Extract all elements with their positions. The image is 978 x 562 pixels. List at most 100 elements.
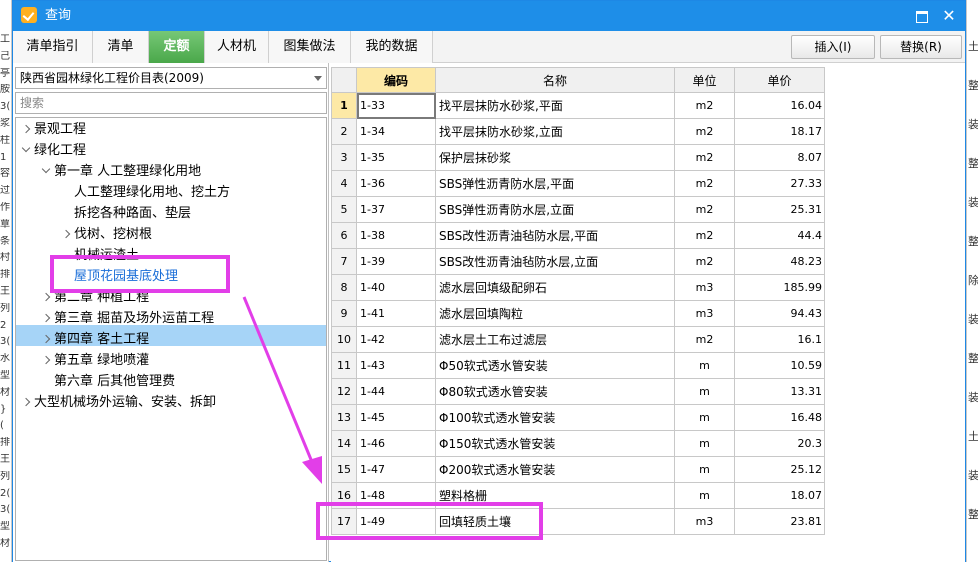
cell-code[interactable]: 1-34 <box>356 118 436 145</box>
cell-price[interactable]: 18.17 <box>734 118 825 145</box>
grid-header-code[interactable]: 编码 <box>356 67 436 93</box>
cell-price[interactable]: 185.99 <box>734 274 825 301</box>
cell-unit[interactable]: m2 <box>674 92 735 119</box>
cell-name[interactable]: Φ150软式透水管安装 <box>435 430 675 457</box>
chevron-right-icon[interactable] <box>20 392 34 413</box>
cell-price[interactable]: 25.12 <box>734 456 825 483</box>
cell-unit[interactable]: m <box>674 404 735 431</box>
cell-code[interactable]: 1-41 <box>356 300 436 327</box>
row-index[interactable]: 14 <box>331 430 357 457</box>
cell-unit[interactable]: m2 <box>674 248 735 275</box>
cell-code[interactable]: 1-36 <box>356 170 436 197</box>
cell-price[interactable]: 13.31 <box>734 378 825 405</box>
table-row[interactable]: 2 1-34 找平层抹防水砂浆,立面 m2 18.17 <box>331 118 825 145</box>
replace-button[interactable]: 替换(R) <box>880 35 962 59</box>
table-row[interactable]: 15 1-47 Φ200软式透水管安装 m 25.12 <box>331 456 825 483</box>
cell-unit[interactable]: m2 <box>674 326 735 353</box>
table-row[interactable]: 3 1-35 保护层抹砂浆 m2 8.07 <box>331 144 825 171</box>
chevron-down-icon[interactable] <box>20 140 34 161</box>
chevron-right-icon[interactable] <box>40 308 54 329</box>
search-input[interactable] <box>15 92 327 114</box>
catalog-select[interactable]: 陕西省园林绿化工程价目表(2009) <box>15 67 327 89</box>
cell-price[interactable]: 8.07 <box>734 144 825 171</box>
tree-node[interactable]: 伐树、挖树根 <box>60 224 152 245</box>
cell-unit[interactable]: m <box>674 456 735 483</box>
cell-unit[interactable]: m <box>674 352 735 379</box>
cell-code[interactable]: 1-39 <box>356 248 436 275</box>
cell-name[interactable]: 找平层抹防水砂浆,平面 <box>435 92 675 119</box>
cell-unit[interactable]: m3 <box>674 274 735 301</box>
table-row[interactable]: 1 1-33 找平层抹防水砂浆,平面 m2 16.04 <box>331 92 825 119</box>
cell-unit[interactable]: m2 <box>674 196 735 223</box>
cell-code[interactable]: 1-37 <box>356 196 436 223</box>
chevron-down-icon[interactable] <box>40 161 54 182</box>
tree-node[interactable]: 第六章 后其他管理费 <box>40 371 175 392</box>
cell-name[interactable]: 滤水层土工布过滤层 <box>435 326 675 353</box>
tab-quota[interactable]: 定额 <box>149 31 205 63</box>
cell-price[interactable]: 16.1 <box>734 326 825 353</box>
cell-code[interactable]: 1-43 <box>356 352 436 379</box>
cell-name[interactable]: Φ200软式透水管安装 <box>435 456 675 483</box>
cell-price[interactable]: 20.3 <box>734 430 825 457</box>
table-row[interactable]: 7 1-39 SBS改性沥青油毡防水层,立面 m2 48.23 <box>331 248 825 275</box>
tree-node[interactable]: 大型机械场外运输、安装、拆卸 <box>20 392 216 413</box>
cell-code[interactable]: 1-35 <box>356 144 436 171</box>
cell-unit[interactable]: m3 <box>674 508 735 535</box>
cell-unit[interactable]: m2 <box>674 222 735 249</box>
cell-price[interactable]: 16.04 <box>734 92 825 119</box>
row-index[interactable]: 5 <box>331 196 357 223</box>
cell-name[interactable]: SBS改性沥青油毡防水层,平面 <box>435 222 675 249</box>
row-index[interactable]: 2 <box>331 118 357 145</box>
cell-price[interactable]: 25.31 <box>734 196 825 223</box>
cell-price[interactable]: 18.07 <box>734 482 825 509</box>
cell-price[interactable]: 10.59 <box>734 352 825 379</box>
tree-node[interactable]: 第一章 人工整理绿化用地 <box>40 161 201 182</box>
tree-node[interactable]: 人工整理绿化用地、挖土方 <box>60 182 230 203</box>
row-index[interactable]: 15 <box>331 456 357 483</box>
tree-node[interactable]: 拆挖各种路面、垫层 <box>60 203 191 224</box>
cell-name[interactable]: Φ50软式透水管安装 <box>435 352 675 379</box>
row-index[interactable]: 11 <box>331 352 357 379</box>
cell-code[interactable]: 1-40 <box>356 274 436 301</box>
cell-unit[interactable]: m2 <box>674 170 735 197</box>
cell-name[interactable]: Φ80软式透水管安装 <box>435 378 675 405</box>
cell-name[interactable]: 滤水层回填陶粒 <box>435 300 675 327</box>
row-index[interactable]: 4 <box>331 170 357 197</box>
tab-my-data[interactable]: 我的数据 <box>351 31 433 63</box>
close-button[interactable]: ✕ <box>939 6 959 26</box>
cell-price[interactable]: 23.81 <box>734 508 825 535</box>
row-index[interactable]: 10 <box>331 326 357 353</box>
cell-unit[interactable]: m2 <box>674 118 735 145</box>
row-index[interactable]: 12 <box>331 378 357 405</box>
row-index[interactable]: 9 <box>331 300 357 327</box>
chevron-right-icon[interactable] <box>60 224 74 245</box>
table-row[interactable]: 4 1-36 SBS弹性沥青防水层,平面 m2 27.33 <box>331 170 825 197</box>
cell-name[interactable]: SBS弹性沥青防水层,立面 <box>435 196 675 223</box>
row-index[interactable]: 7 <box>331 248 357 275</box>
table-row[interactable]: 6 1-38 SBS改性沥青油毡防水层,平面 m2 44.4 <box>331 222 825 249</box>
insert-button[interactable]: 插入(I) <box>791 35 875 59</box>
grid-header-name[interactable]: 名称 <box>435 67 675 93</box>
cell-code[interactable]: 1-42 <box>356 326 436 353</box>
cell-price[interactable]: 44.4 <box>734 222 825 249</box>
table-row[interactable]: 13 1-45 Φ100软式透水管安装 m 16.48 <box>331 404 825 431</box>
cell-unit[interactable]: m <box>674 378 735 405</box>
cell-name[interactable]: 找平层抹防水砂浆,立面 <box>435 118 675 145</box>
tab-labor-material-machine[interactable]: 人材机 <box>205 31 269 63</box>
cell-price[interactable]: 27.33 <box>734 170 825 197</box>
cell-name[interactable]: 滤水层回填级配卵石 <box>435 274 675 301</box>
table-row[interactable]: 5 1-37 SBS弹性沥青防水层,立面 m2 25.31 <box>331 196 825 223</box>
table-row[interactable]: 14 1-46 Φ150软式透水管安装 m 20.3 <box>331 430 825 457</box>
cell-name[interactable]: 保护层抹砂浆 <box>435 144 675 171</box>
maximize-button[interactable] <box>911 6 931 26</box>
chevron-right-icon[interactable] <box>40 329 54 350</box>
table-row[interactable]: 10 1-42 滤水层土工布过滤层 m2 16.1 <box>331 326 825 353</box>
table-row[interactable]: 12 1-44 Φ80软式透水管安装 m 13.31 <box>331 378 825 405</box>
tree-node[interactable]: 第五章 绿地喷灌 <box>40 350 149 371</box>
tree-node[interactable]: 绿化工程 <box>20 140 86 161</box>
cell-code[interactable]: 1-38 <box>356 222 436 249</box>
cell-unit[interactable]: m <box>674 430 735 457</box>
cell-code[interactable]: 1-33 <box>356 92 436 119</box>
tree-node[interactable]: 第四章 客土工程 <box>40 329 149 350</box>
table-row[interactable]: 8 1-40 滤水层回填级配卵石 m3 185.99 <box>331 274 825 301</box>
